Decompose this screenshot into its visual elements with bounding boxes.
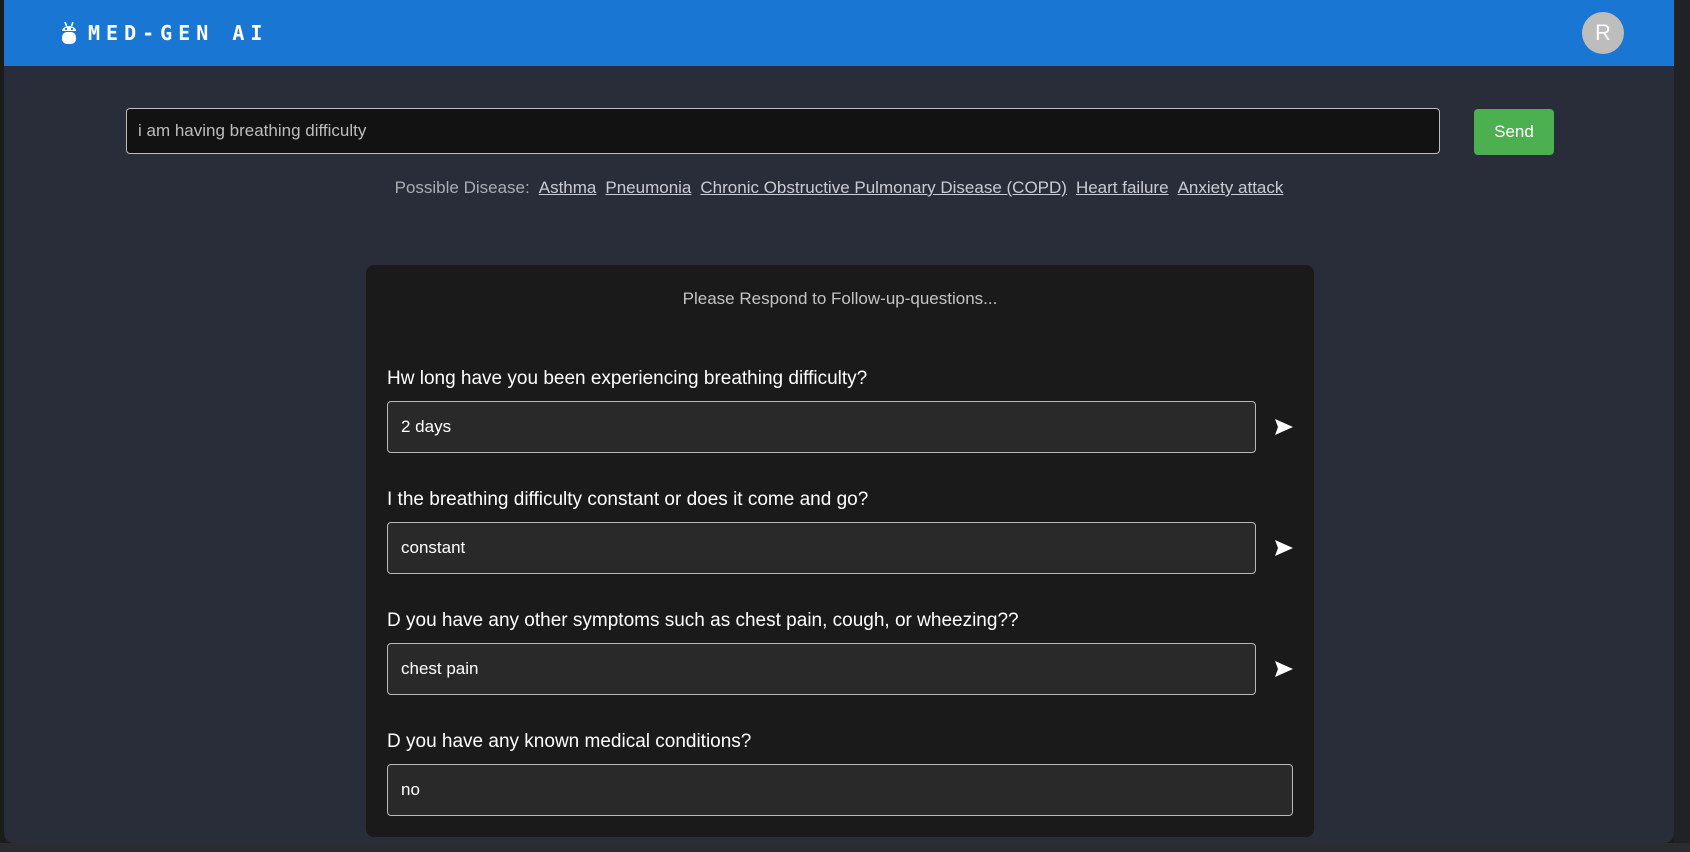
followup-heading: Please Respond to Follow-up-questions...	[682, 289, 998, 308]
send-arrow-icon[interactable]	[1271, 535, 1297, 561]
question-label: D you have any other symptoms such as ch…	[387, 610, 1019, 631]
window-edge	[1674, 0, 1690, 852]
answer-input[interactable]	[387, 643, 1256, 695]
app-window: MED-GEN AI R Send Possible Disease: Asth…	[4, 0, 1674, 843]
user-avatar[interactable]: R	[1582, 12, 1624, 54]
window-edge	[0, 843, 1690, 852]
followup-panel: Please Respond to Follow-up-questions...…	[366, 265, 1314, 837]
answer-input[interactable]	[387, 401, 1256, 453]
disease-link-copd[interactable]: Chronic Obstructive Pulmonary Disease (C…	[700, 178, 1067, 198]
brand-title: MED-GEN AI	[88, 21, 269, 45]
possible-diseases: Possible Disease: Asthma Pneumonia Chron…	[4, 178, 1674, 198]
send-arrow-icon[interactable]	[1271, 656, 1297, 682]
symptom-input[interactable]	[126, 108, 1440, 154]
disease-link-asthma[interactable]: Asthma	[539, 178, 597, 198]
question-label: I the breathing difficulty constant or d…	[387, 489, 869, 510]
top-app-bar: MED-GEN AI R	[4, 0, 1674, 66]
answer-input[interactable]	[387, 764, 1293, 816]
disease-link-pneumonia[interactable]: Pneumonia	[605, 178, 691, 198]
disease-link-anxiety-attack[interactable]: Anxiety attack	[1178, 178, 1284, 198]
robot-icon	[60, 21, 78, 45]
brand[interactable]: MED-GEN AI	[60, 18, 268, 48]
question-label: Hw long have you been experiencing breat…	[387, 368, 868, 389]
answer-input[interactable]	[387, 522, 1256, 574]
possible-disease-label: Possible Disease:	[394, 178, 530, 197]
send-button[interactable]: Send	[1474, 109, 1554, 155]
send-arrow-icon[interactable]	[1271, 414, 1297, 440]
question-label: D you have any known medical conditions?	[387, 731, 752, 752]
disease-link-heart-failure[interactable]: Heart failure	[1076, 178, 1169, 198]
